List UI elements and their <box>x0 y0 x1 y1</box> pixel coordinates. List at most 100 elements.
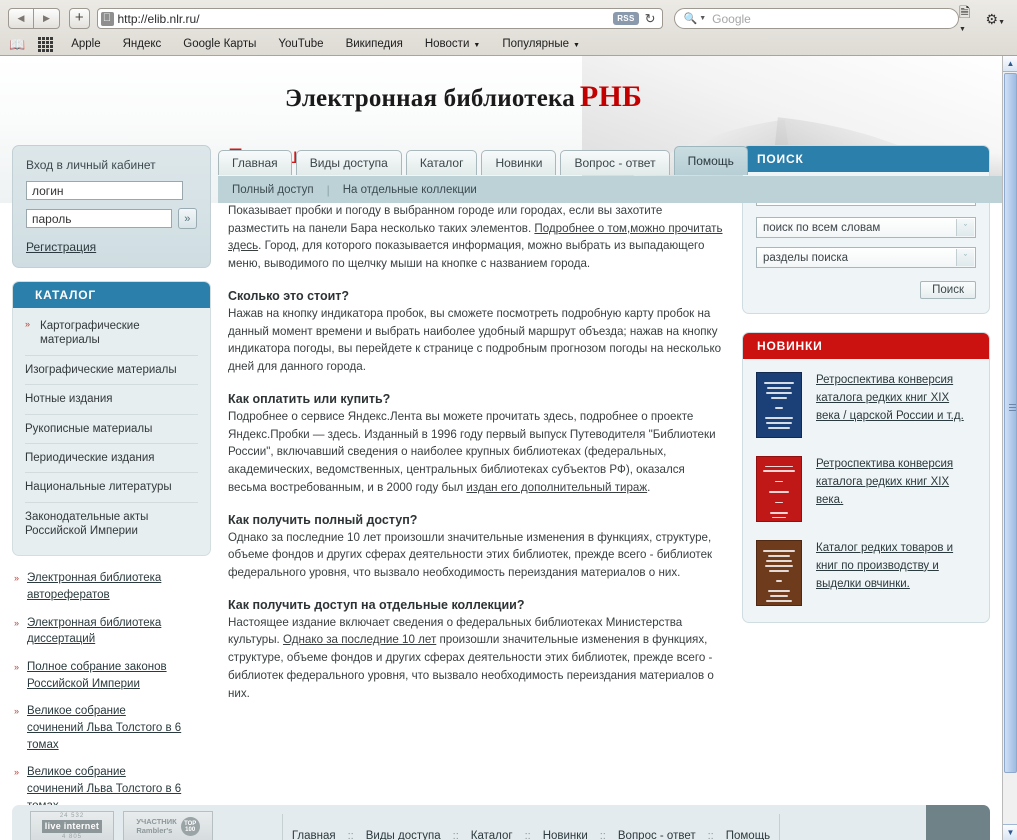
catalog-item-manuscripts[interactable]: Рукописные материалы <box>25 415 198 444</box>
scroll-up-button[interactable]: ▲ <box>1003 56 1017 72</box>
sub-navigation: Полный доступ | На отдельные коллекции <box>218 176 1002 203</box>
list-item[interactable]: Ретроспектива конверсия каталога редких … <box>756 372 976 438</box>
sidebar-link-tolstoy-1[interactable]: » Великое собрание сочинений Льва Толстог… <box>14 703 211 753</box>
bookmark-google-maps[interactable]: Google Карты <box>183 38 256 50</box>
back-button[interactable]: ◀ <box>8 8 34 29</box>
footer-link-pomoshch[interactable]: Помощь <box>726 830 770 840</box>
scrollbar-thumb[interactable] <box>1004 73 1017 773</box>
catalog-item-music[interactable]: Нотные издания <box>25 385 198 415</box>
liveinternet-counter-badge[interactable]: 24 532 live internet 4 805 <box>30 811 114 840</box>
login-title: Вход в личный кабинет <box>26 158 156 172</box>
sidebar-link-laws[interactable]: » Полное собрание законов Российской Импе… <box>14 659 211 692</box>
catalog-list: » Картографические материалы Изографическ… <box>13 308 210 555</box>
list-item[interactable]: Ретроспектива конверсия каталога редких … <box>756 456 976 522</box>
rss-badge[interactable]: RSS <box>613 12 639 25</box>
book-cover-thumbnail[interactable] <box>756 456 802 522</box>
reload-icon[interactable]: ↻ <box>645 12 656 25</box>
bookmark-news[interactable]: Новости ▼ <box>425 38 480 50</box>
catalog-item-label: Национальные литературы <box>25 481 172 494</box>
bookmark-apple[interactable]: Apple <box>71 38 100 50</box>
catalog-item-periodicals[interactable]: Периодические издания <box>25 444 198 474</box>
footer-separator: :: <box>707 830 714 840</box>
web-page: Электронная библиотека РНБ Главная Виды д… <box>0 56 1002 840</box>
novinki-item-title[interactable]: Ретроспектива конверсия каталога редких … <box>816 456 976 522</box>
tab-glavnaya[interactable]: Главная <box>218 150 292 175</box>
page-actions-icon[interactable]: 🗎▼ <box>959 5 973 33</box>
search-submit-button[interactable]: Поиск <box>920 281 976 299</box>
tab-vopros-otvet[interactable]: Вопрос - ответ <box>560 150 670 175</box>
rambler-word2: Rambler's <box>136 825 173 835</box>
bookmark-popular-label: Популярные <box>502 38 570 50</box>
catalog-item-label: Картографические материалы <box>40 320 140 347</box>
browser-toolbar: ◀ ▶ +  http://elib.nlr.ru/ RSS ↻ 🔍 ▼ Go… <box>0 0 1017 33</box>
apple-favicon-icon:  <box>100 11 114 26</box>
double-chevron-right-icon: » <box>14 706 20 717</box>
bookmark-yandex[interactable]: Яндекс <box>123 38 162 50</box>
tab-vidy-dostupa[interactable]: Виды доступа <box>295 150 402 175</box>
tab-katalog[interactable]: Каталог <box>405 150 478 175</box>
section-body: Подробнее о сервисе Яндекс.Лента вы може… <box>228 408 726 497</box>
site-logo[interactable]: Электронная библиотека РНБ <box>285 80 642 114</box>
bookmark-youtube[interactable]: YouTube <box>278 38 323 50</box>
catalog-item-legislative-acts[interactable]: Законодательные акты Российской Империи <box>25 503 198 546</box>
section-inline-link[interactable]: издан его дополнительный тираж <box>466 481 647 494</box>
forward-button[interactable]: ▶ <box>34 8 60 29</box>
address-bar[interactable]:  http://elib.nlr.ru/ RSS ↻ <box>96 8 663 29</box>
footer-link-katalog[interactable]: Каталог <box>471 830 513 840</box>
bookmark-wikipedia[interactable]: Википедия <box>346 38 403 50</box>
tab-pomoshch[interactable]: Помощь <box>673 146 748 175</box>
sidebar-link-dissertations[interactable]: » Электронная библиотека диссертаций <box>14 615 211 648</box>
registration-link[interactable]: Регистрация <box>26 240 96 254</box>
footer-link-vopros-otvet[interactable]: Вопрос - ответ <box>618 830 696 840</box>
gear-icon[interactable]: ⚙▼ <box>986 12 1006 26</box>
sidebar-link-label[interactable]: Электронная библиотека диссертаций <box>27 615 185 648</box>
username-input[interactable]: логин <box>26 181 183 200</box>
sidebar-link-label[interactable]: Великое собрание сочинений Льва Толстого… <box>27 703 185 753</box>
section-inline-link[interactable]: Однако за последние 10 лет <box>283 633 436 646</box>
double-chevron-right-icon: » <box>14 573 20 584</box>
subnav-polnyy-dostup[interactable]: Полный доступ <box>232 184 314 196</box>
bookmark-popular[interactable]: Популярные ▼ <box>502 38 580 50</box>
chevron-down-icon: ▼ <box>699 15 707 22</box>
username-value: логин <box>32 183 64 198</box>
top-sites-icon[interactable] <box>38 36 54 52</box>
top100-circle-icon: TOP 100 <box>180 817 200 836</box>
main-content: Помощь Как нас найти? Показывает пробки … <box>228 145 726 718</box>
chevron-down-icon: ˇ <box>956 219 974 236</box>
toolbar-right-buttons: 🗎▼ ⚙▼ <box>959 5 1009 33</box>
list-item[interactable]: Каталог редких товаров и книг по произво… <box>756 540 976 606</box>
novinki-panel: НОВИНКИ Ретроспектива конверсия каталога… <box>742 332 990 623</box>
rambler-top100-badge[interactable]: УЧАСТНИК Rambler's TOP 100 <box>123 811 213 840</box>
new-tab-button[interactable]: + <box>69 8 90 29</box>
catalog-item-label: Периодические издания <box>25 451 155 464</box>
footer-link-glavnaya[interactable]: Главная <box>292 830 336 840</box>
tab-novinki[interactable]: Новинки <box>481 150 557 175</box>
search-mode-select[interactable]: поиск по всем словам ˇ <box>756 217 976 238</box>
footer-link-novinki[interactable]: Новинки <box>543 830 588 840</box>
vertical-scrollbar[interactable]: ▲ ▼ <box>1002 56 1017 840</box>
browser-search-field[interactable]: 🔍 ▼ Google <box>673 8 960 29</box>
sidebar-link-label[interactable]: Полное собрание законов Российской Импер… <box>27 659 185 692</box>
tab-label: Виды доступа <box>309 156 388 170</box>
site-logo-accent: РНБ <box>579 80 643 113</box>
book-cover-thumbnail[interactable] <box>756 372 802 438</box>
catalog-item-cartographic[interactable]: » Картографические материалы <box>25 312 198 356</box>
sidebar-link-label[interactable]: Электронная библиотека авторефератов <box>27 570 185 603</box>
unreal-studio-logo[interactable]: Un-Real <box>926 805 990 840</box>
footer-link-vidy-dostupa[interactable]: Виды доступа <box>366 830 441 840</box>
reading-list-icon[interactable]: 📖 <box>9 38 25 51</box>
catalog-panel: КАТАЛОГ » Картографические материалы Изог… <box>12 281 211 557</box>
footer-separator: :: <box>524 830 531 840</box>
password-input[interactable]: пароль <box>26 209 172 228</box>
catalog-item-national-literature[interactable]: Национальные литературы <box>25 473 198 503</box>
subnav-otdelnye-kollektsii[interactable]: На отдельные коллекции <box>343 184 477 196</box>
sidebar-link-abstracts[interactable]: » Электронная библиотека авторефератов <box>14 570 211 603</box>
catalog-item-isographic[interactable]: Изографические материалы <box>25 356 198 386</box>
novinki-item-title[interactable]: Каталог редких товаров и книг по произво… <box>816 540 976 606</box>
scroll-down-button[interactable]: ▼ <box>1003 824 1017 840</box>
book-cover-thumbnail[interactable] <box>756 540 802 606</box>
search-scope-select[interactable]: разделы поиска ˇ <box>756 247 976 268</box>
novinki-item-title[interactable]: Ретроспектива конверсия каталога редких … <box>816 372 976 438</box>
chevron-down-icon: ▼ <box>473 42 481 49</box>
login-submit-button[interactable]: » <box>177 208 197 229</box>
